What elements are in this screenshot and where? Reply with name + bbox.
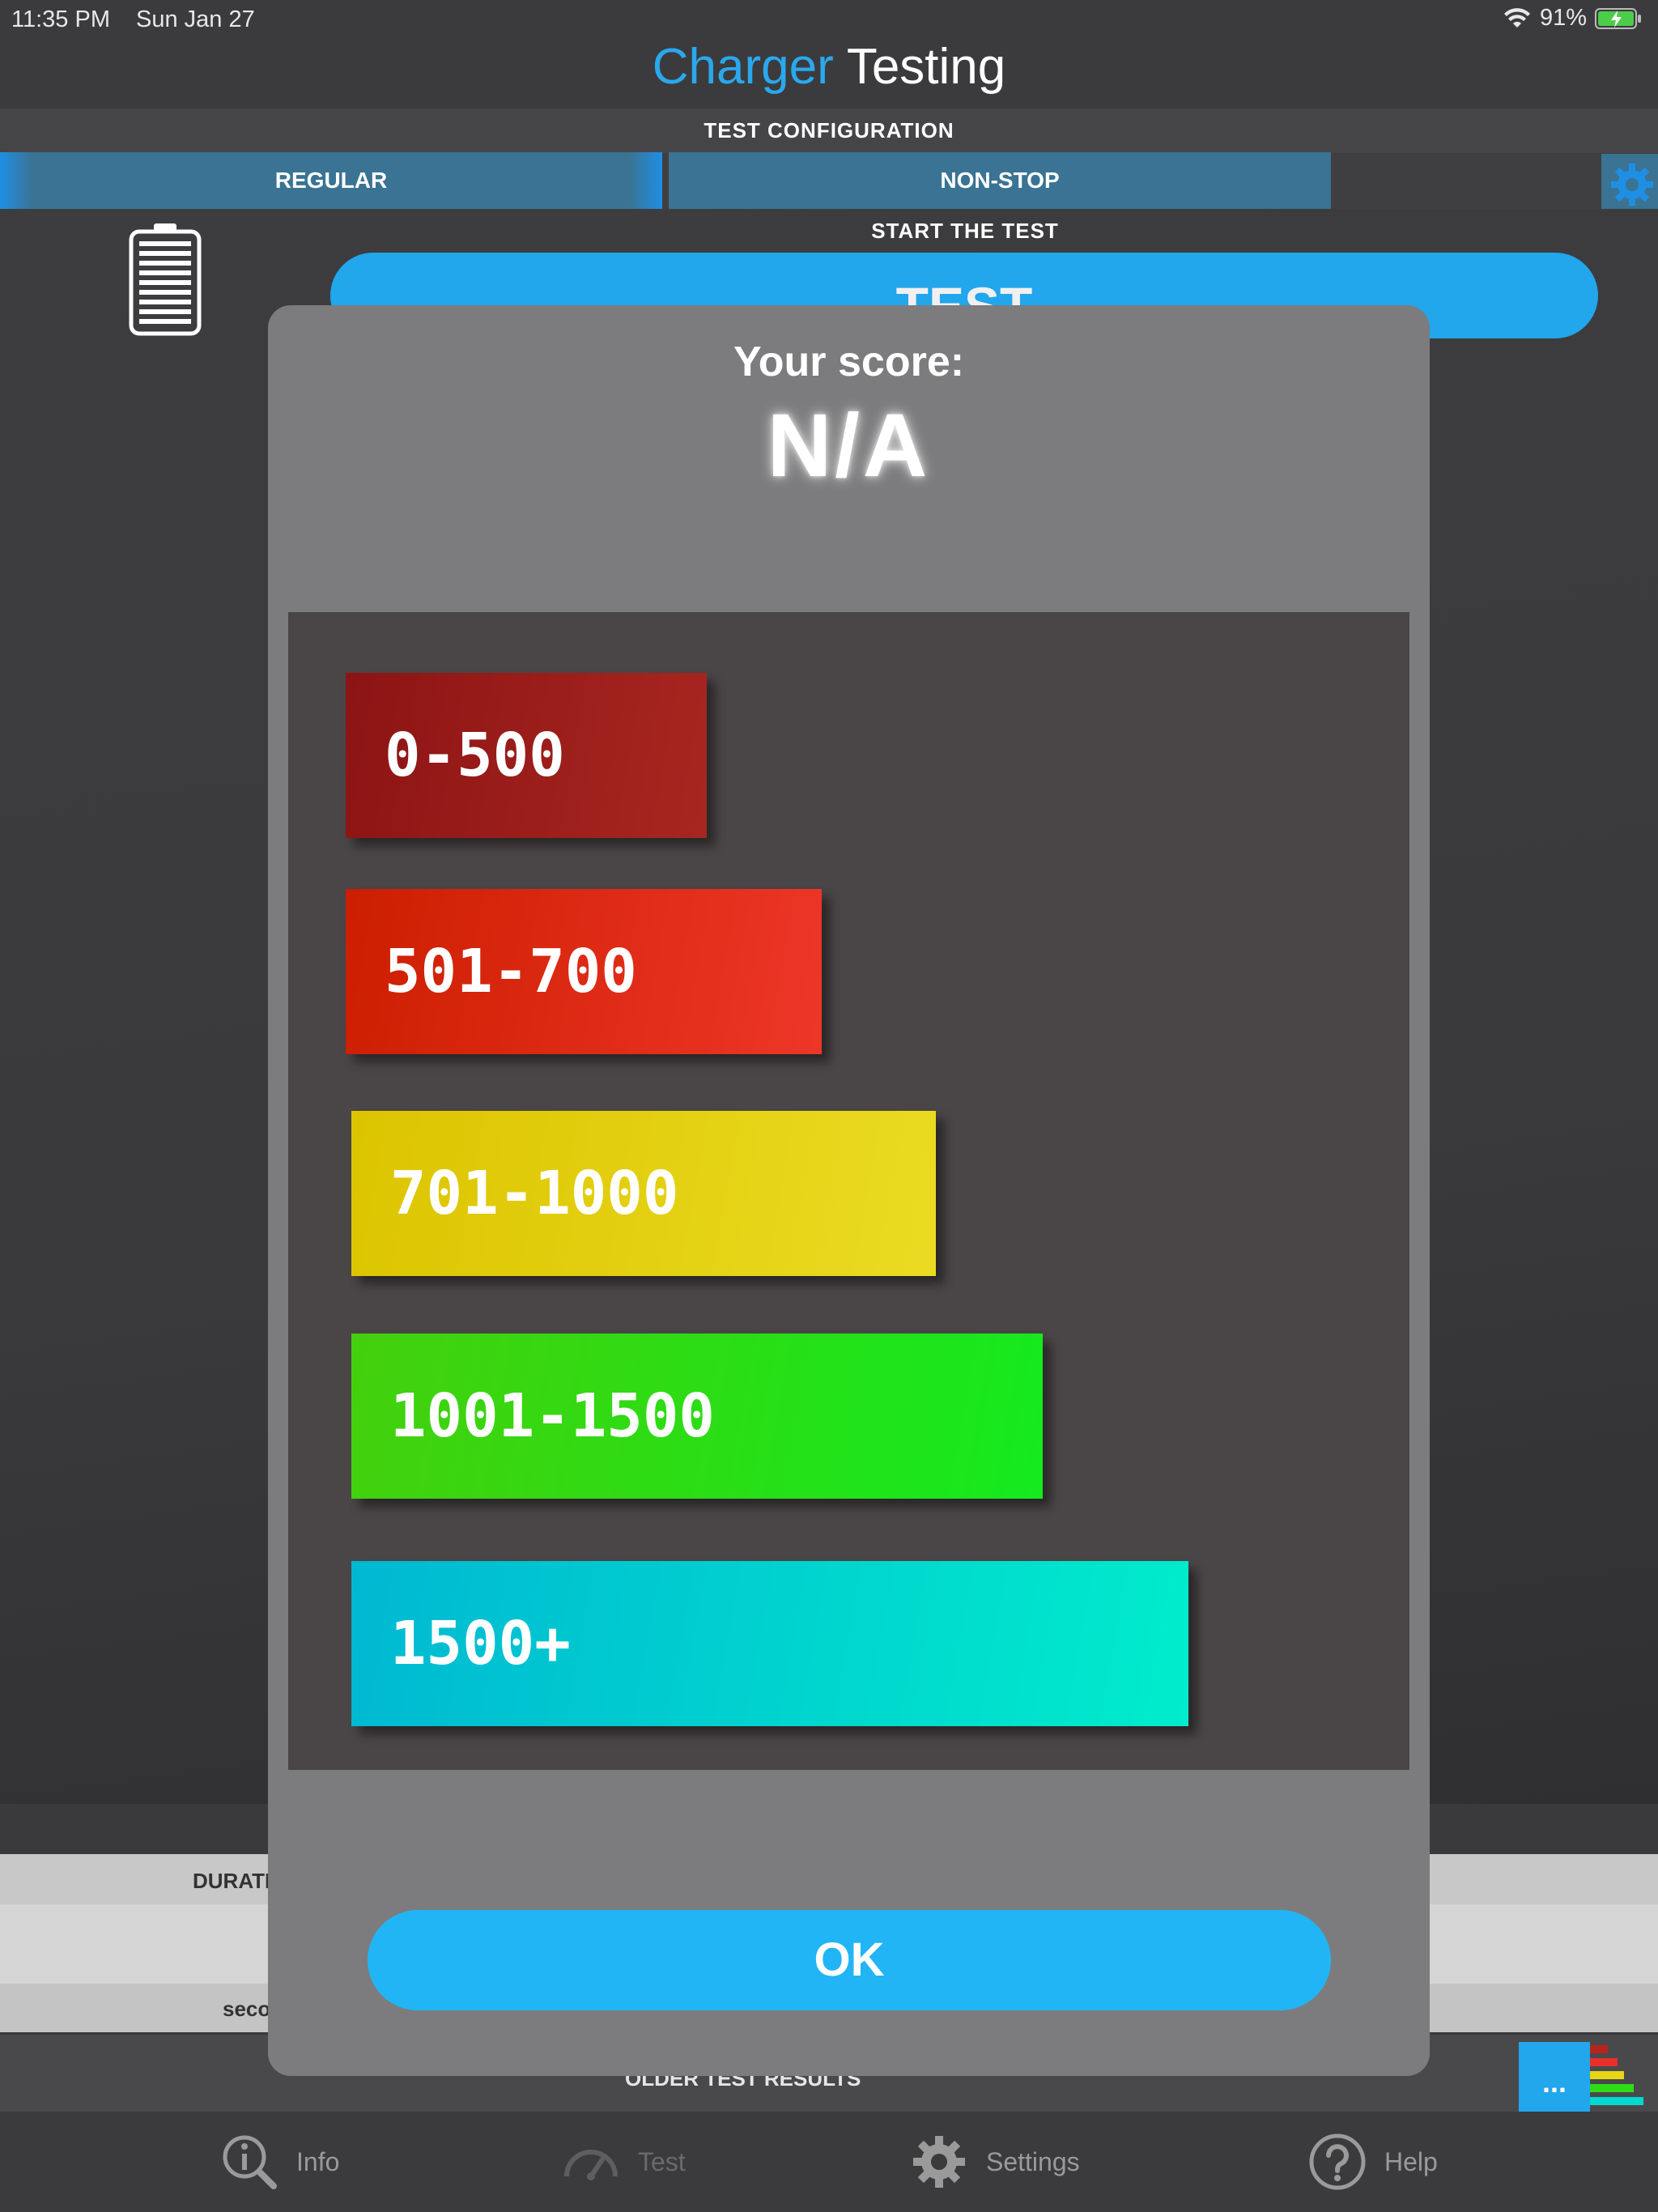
tab-settings-label: Settings <box>986 2146 1080 2176</box>
score-band-701-1000: 701-1000 <box>351 1111 936 1276</box>
battery-percent: 91% <box>1539 5 1587 31</box>
score-band-1500-plus: 1500+ <box>351 1561 1188 1726</box>
score-band-label: 1500+ <box>390 1609 571 1678</box>
battery-charging-icon <box>1595 7 1641 29</box>
score-band-label: 0-500 <box>385 721 565 790</box>
score-dialog: Your score: N/A 0-500 501-700 701-1000 1… <box>268 305 1430 2076</box>
score-band-0-500: 0-500 <box>346 673 707 838</box>
tab-info[interactable]: Info <box>220 2112 339 2212</box>
seconds-label: seco <box>223 1997 271 2021</box>
start-test-label: START THE TEST <box>871 219 1059 243</box>
duration-header: DURATI <box>193 1869 271 1893</box>
score-band-501-700: 501-700 <box>346 889 822 1054</box>
ok-button[interactable]: OK <box>368 1910 1331 2010</box>
config-tabs: REGULAR NON-STOP <box>0 152 1658 209</box>
status-date: Sun Jan 27 <box>136 6 255 32</box>
gear-icon <box>913 2136 965 2188</box>
tab-help-label: Help <box>1384 2146 1438 2176</box>
score-band-label: 501-700 <box>385 937 637 1006</box>
app-title: Charger Testing <box>0 32 1658 101</box>
score-band-1001-1500: 1001-1500 <box>351 1334 1043 1499</box>
more-button[interactable]: ... <box>1519 2042 1590 2112</box>
app-title-charger: Charger <box>652 39 834 95</box>
test-configuration-label: TEST CONFIGURATION <box>704 118 954 143</box>
help-icon <box>1309 2133 1366 2190</box>
tab-test[interactable]: Test <box>562 2112 686 2212</box>
status-right: 91% <box>1503 5 1643 32</box>
speedometer-icon <box>564 2150 618 2180</box>
tab-help[interactable]: Help <box>1308 2112 1438 2212</box>
info-search-icon <box>223 2135 277 2189</box>
tab-settings[interactable]: Settings <box>910 2112 1080 2212</box>
score-band-label: 1001-1500 <box>390 1381 715 1451</box>
score-chart-thumbnail-icon[interactable] <box>1588 2040 1645 2112</box>
config-settings-button[interactable] <box>1601 154 1658 211</box>
battery-icon <box>129 223 202 336</box>
wifi-icon <box>1503 7 1530 28</box>
bottom-tab-bar: Info Test Settings Help <box>0 2112 1658 2212</box>
score-band-label: 701-1000 <box>390 1159 679 1228</box>
app-title-bar: Charger Testing <box>0 32 1658 109</box>
score-label: Your score: <box>733 338 965 385</box>
tab-test-label: Test <box>638 2146 686 2176</box>
gear-icon <box>1611 164 1653 206</box>
score-legend-panel: 0-500 501-700 701-1000 1001-1500 1500+ <box>288 612 1409 1770</box>
status-time: 11:35 PM <box>11 6 110 32</box>
tab-regular[interactable]: REGULAR <box>0 152 662 209</box>
app-title-testing: Testing <box>846 39 1006 95</box>
score-value: N/A <box>767 396 931 496</box>
tab-info-label: Info <box>296 2146 340 2176</box>
tab-non-stop[interactable]: NON-STOP <box>669 152 1331 209</box>
